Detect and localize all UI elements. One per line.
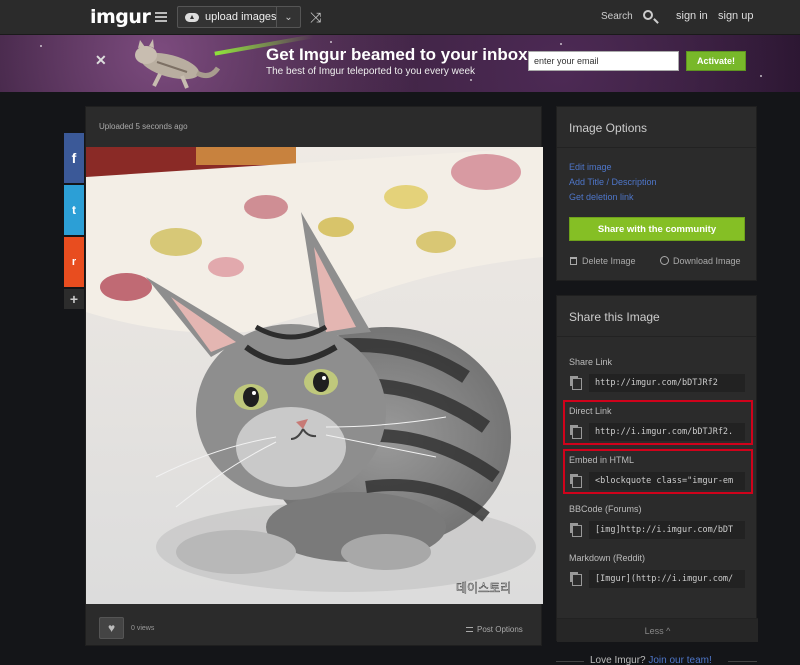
image-options-title: Image Options [569,121,648,135]
sign-in-link[interactable]: sign in [676,10,708,22]
facebook-share-button[interactable]: f [64,133,84,183]
more-share-button[interactable]: + [64,289,84,309]
activate-button[interactable]: Activate! [686,51,746,71]
banner-star [760,75,762,77]
footer-divider [728,661,757,662]
twitter-share-button[interactable]: t [64,185,84,235]
search-label[interactable]: Search [601,11,633,22]
chevron-down-icon[interactable]: ⌄ [276,7,300,27]
banner-subtitle: The best of Imgur teleported to you ever… [266,66,475,77]
banner-title: Get Imgur beamed to your inbox [266,45,528,64]
delete-image-link[interactable]: Delete Image [582,256,636,266]
footer-text: Love Imgur? [590,655,646,665]
post-options-link[interactable]: Post Options [477,625,523,634]
photo-watermark: 데이스토리 [456,581,511,595]
share-image-title: Share this Image [569,310,660,324]
email-input[interactable]: enter your email [528,51,679,71]
menu-icon[interactable] [155,12,167,22]
list-icon[interactable] [466,627,473,632]
cat-image: 데이스토리 [86,147,543,604]
uploaded-cat-photo[interactable]: 데이스토리 [86,147,543,604]
footer-divider [556,661,584,662]
sign-up-link[interactable]: sign up [718,10,753,22]
get-deletion-link[interactable]: Get deletion link [569,192,634,202]
imgur-logo[interactable]: imgur [90,6,151,28]
flying-cat-illustration [135,39,221,89]
trash-icon[interactable] [570,257,577,265]
divider [557,147,756,148]
embed-html-highlight [563,449,753,494]
copy-icon[interactable] [570,572,582,586]
markdown-field[interactable]: [Imgur](http://i.imgur.com/ [589,570,745,588]
banner-star [40,45,42,47]
add-title-description-link[interactable]: Add Title / Description [569,177,657,187]
banner-star [560,43,562,45]
less-toggle[interactable]: Less ^ [557,618,758,642]
view-count: 0 views [131,625,155,632]
close-icon[interactable]: ✕ [95,52,107,69]
cloud-upload-icon [185,12,199,22]
copy-icon[interactable] [570,376,582,390]
upload-images-button[interactable]: upload images ⌄ [177,6,301,28]
markdown-label: Markdown (Reddit) [569,553,646,563]
join-team-link[interactable]: Join our team! [648,655,711,665]
upload-timestamp: Uploaded 5 seconds ago [99,122,188,131]
direct-link-highlight [563,400,753,445]
upload-label: upload images [205,11,277,23]
share-link-label: Share Link [569,357,613,367]
edit-image-link[interactable]: Edit image [569,162,612,172]
email-banner: ✕ Get Imgur beamed to your inbox The bes… [0,35,800,92]
banner-star [330,41,332,43]
share-link-row: http://imgur.com/bDTJRf2 [569,374,747,392]
reddit-share-button[interactable]: r [64,237,84,287]
top-nav: imgur upload images ⌄ ⤨ Search sign in s… [0,0,800,35]
favorite-button[interactable]: ♥ [99,617,124,639]
bbcode-field[interactable]: [img]http://i.imgur.com/bDT [589,521,745,539]
image-options-panel: Image Options Edit image Add Title / Des… [556,106,757,281]
footer-recruit: Love Imgur? Join our team! [590,655,712,665]
divider [557,336,756,337]
random-shuffle-icon[interactable]: ⤨ [310,9,321,26]
search-icon[interactable] [643,10,653,20]
download-image-link[interactable]: Download Image [673,256,741,266]
bbcode-row: [img]http://i.imgur.com/bDT [569,521,747,539]
download-icon[interactable] [660,256,669,265]
image-panel: Uploaded 5 seconds ago 데이스토리 ♥ 0 views P… [85,106,543,646]
heart-icon: ♥ [107,621,116,635]
share-with-community-button[interactable]: Share with the community [569,217,745,241]
bbcode-label: BBCode (Forums) [569,504,642,514]
banner-star [470,79,472,81]
markdown-row: [Imgur](http://i.imgur.com/ [569,570,747,588]
share-link-field[interactable]: http://imgur.com/bDTJRf2 [589,374,745,392]
copy-icon[interactable] [570,523,582,537]
